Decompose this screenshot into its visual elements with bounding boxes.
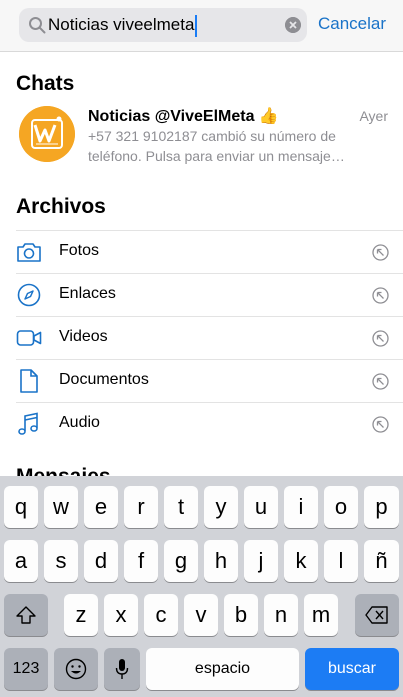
clear-search-icon[interactable]: [285, 17, 301, 33]
search-icon: [29, 17, 46, 34]
key-enye[interactable]: ñ: [364, 540, 399, 582]
key-n[interactable]: n: [264, 594, 298, 636]
search-input-text: Noticias viveelmeta: [48, 15, 195, 34]
key-l[interactable]: l: [324, 540, 358, 582]
key-j[interactable]: j: [244, 540, 278, 582]
file-row-enlaces[interactable]: Enlaces: [16, 273, 403, 316]
search-field[interactable]: Noticias viveelmeta: [19, 8, 307, 42]
file-row-fotos[interactable]: Fotos: [16, 230, 403, 273]
viveelmeta-logo-icon: [19, 106, 75, 162]
video-icon: [16, 330, 42, 346]
shift-icon: [16, 606, 36, 624]
emoji-key[interactable]: [54, 648, 98, 690]
compass-icon: [17, 283, 41, 307]
camera-icon: [17, 243, 41, 262]
archivos-section-title: Archivos: [16, 195, 106, 218]
file-label: Audio: [59, 414, 100, 431]
key-c[interactable]: c: [144, 594, 178, 636]
file-row-audio[interactable]: Audio: [16, 402, 403, 445]
numbers-key[interactable]: 123: [4, 648, 48, 690]
microphone-icon: [115, 659, 129, 679]
keyboard: q w e r t y u i o p a s d f g h j k l ñ …: [0, 476, 403, 697]
key-p[interactable]: p: [364, 486, 399, 528]
text-caret: [195, 14, 198, 37]
search-bar: Noticias viveelmeta Cancelar: [0, 0, 403, 52]
arrow-up-left-icon: [372, 373, 389, 390]
key-i[interactable]: i: [284, 486, 318, 528]
file-label: Documentos: [59, 371, 149, 388]
microphone-key[interactable]: [104, 648, 140, 690]
arrow-up-left-icon: [372, 244, 389, 261]
chat-name: Noticias @ViveElMeta 👍: [88, 108, 279, 125]
key-x[interactable]: x: [104, 594, 138, 636]
key-z[interactable]: z: [64, 594, 98, 636]
arrow-up-left-icon: [372, 287, 389, 304]
key-y[interactable]: y: [204, 486, 238, 528]
search-input[interactable]: Noticias viveelmeta: [48, 8, 198, 42]
arrow-up-left-icon: [372, 330, 389, 347]
emoji-icon: [65, 658, 87, 680]
key-m[interactable]: m: [304, 594, 338, 636]
cancel-button[interactable]: Cancelar: [318, 14, 386, 34]
document-icon: [20, 369, 38, 393]
file-row-videos[interactable]: Videos: [16, 316, 403, 359]
chat-timestamp: Ayer: [359, 108, 388, 124]
key-u[interactable]: u: [244, 486, 278, 528]
file-row-documentos[interactable]: Documentos: [16, 359, 403, 402]
key-h[interactable]: h: [204, 540, 238, 582]
file-label: Videos: [59, 328, 108, 345]
space-key[interactable]: espacio: [146, 648, 299, 690]
key-w[interactable]: w: [44, 486, 78, 528]
key-r[interactable]: r: [124, 486, 158, 528]
music-note-icon: [18, 412, 38, 435]
chat-result-row[interactable]: Noticias @ViveElMeta 👍 Ayer +57 321 9102…: [0, 100, 403, 170]
chat-preview: +57 321 9102187 cambió su número de telé…: [88, 128, 345, 164]
arrow-up-left-icon: [372, 416, 389, 433]
key-b[interactable]: b: [224, 594, 258, 636]
key-e[interactable]: e: [84, 486, 118, 528]
backspace-key[interactable]: [355, 594, 399, 636]
search-key[interactable]: buscar: [305, 648, 399, 690]
file-label: Enlaces: [59, 285, 116, 302]
key-f[interactable]: f: [124, 540, 158, 582]
avatar: [19, 106, 75, 162]
backspace-icon: [365, 606, 388, 624]
key-v[interactable]: v: [184, 594, 218, 636]
key-t[interactable]: t: [164, 486, 198, 528]
file-label: Fotos: [59, 242, 100, 259]
shift-key[interactable]: [4, 594, 48, 636]
key-o[interactable]: o: [324, 486, 358, 528]
key-s[interactable]: s: [44, 540, 78, 582]
key-a[interactable]: a: [4, 540, 38, 582]
chats-section-title: Chats: [16, 72, 75, 95]
key-q[interactable]: q: [4, 486, 38, 528]
key-k[interactable]: k: [284, 540, 318, 582]
key-d[interactable]: d: [84, 540, 118, 582]
key-g[interactable]: g: [164, 540, 198, 582]
